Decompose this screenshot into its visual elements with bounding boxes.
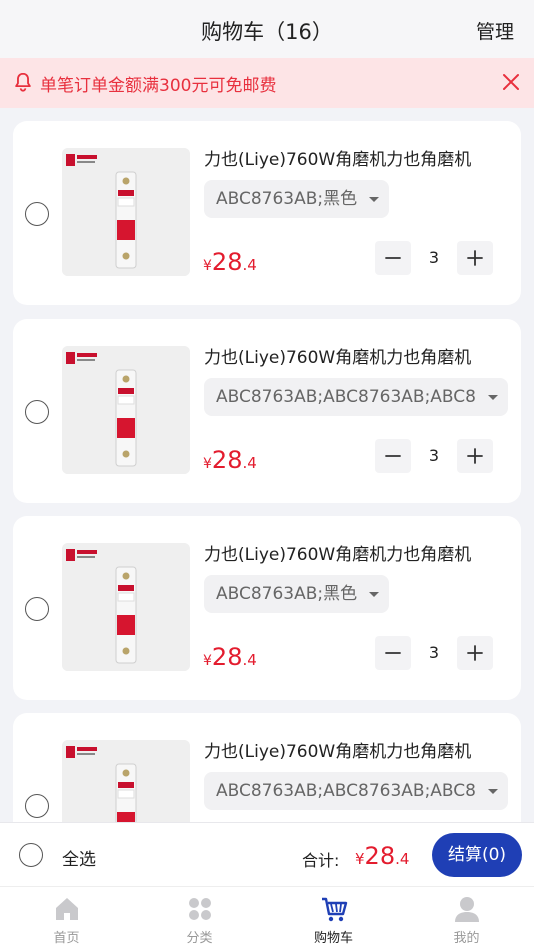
product-image[interactable] bbox=[62, 148, 190, 276]
tab-label: 首页 bbox=[53, 931, 80, 946]
select-all-radio[interactable] bbox=[19, 843, 43, 867]
item-price: ¥28.4 bbox=[203, 248, 257, 276]
product-name[interactable]: 力也(Liye)760W角磨机力也角磨机 bbox=[204, 145, 471, 170]
user-icon bbox=[455, 897, 479, 922]
spec-selector[interactable]: ABC8763AB;黑色 bbox=[204, 575, 390, 613]
increase-quantity-button[interactable] bbox=[457, 241, 493, 275]
minus-icon bbox=[385, 652, 401, 654]
item-select-radio[interactable] bbox=[25, 794, 49, 818]
spec-selector[interactable]: ABC8763AB;ABC8763AB;ABC8 bbox=[204, 772, 508, 810]
quantity-value[interactable]: 3 bbox=[415, 636, 453, 670]
close-icon[interactable] bbox=[500, 71, 522, 93]
select-all-label[interactable]: 全选 bbox=[62, 845, 96, 870]
decrease-quantity-button[interactable] bbox=[375, 439, 411, 473]
item-select-radio[interactable] bbox=[25, 400, 49, 424]
product-name[interactable]: 力也(Liye)760W角磨机力也角磨机 bbox=[204, 737, 471, 762]
item-price: ¥28.4 bbox=[203, 446, 257, 474]
quantity-stepper: 3 bbox=[375, 241, 493, 275]
tab-cart[interactable]: 购物车 bbox=[267, 887, 400, 950]
page-title: 购物车（16） bbox=[201, 20, 333, 44]
product-image[interactable] bbox=[62, 543, 190, 671]
total-label: 合计: bbox=[302, 851, 340, 870]
decrease-quantity-button[interactable] bbox=[375, 636, 411, 670]
spec-selector[interactable]: ABC8763AB;黑色 bbox=[204, 180, 390, 218]
spec-selector[interactable]: ABC8763AB;ABC8763AB;ABC8 bbox=[204, 378, 508, 416]
product-name[interactable]: 力也(Liye)760W角磨机力也角磨机 bbox=[204, 540, 471, 565]
minus-icon bbox=[385, 455, 401, 457]
decrease-quantity-button[interactable] bbox=[375, 241, 411, 275]
spec-text: ABC8763AB;黑色 bbox=[216, 189, 358, 209]
checkout-button[interactable]: 结算(0) bbox=[432, 833, 522, 877]
cart-item: 力也(Liye)760W角磨机力也角磨机 ABC8763AB;ABC8763AB… bbox=[13, 319, 521, 503]
tab-label: 我的 bbox=[453, 931, 480, 946]
item-select-radio[interactable] bbox=[25, 202, 49, 226]
increase-quantity-button[interactable] bbox=[457, 636, 493, 670]
grid-icon bbox=[189, 898, 211, 920]
spec-text: ABC8763AB;ABC8763AB;ABC8 bbox=[216, 781, 476, 801]
product-image[interactable] bbox=[62, 346, 190, 474]
free-shipping-notice: 单笔订单金额满300元可免邮费 bbox=[0, 58, 534, 108]
cart-item: 力也(Liye)760W角磨机力也角磨机 ABC8763AB;黑色 ¥28.4 … bbox=[13, 121, 521, 305]
manage-button[interactable]: 管理 bbox=[476, 17, 514, 44]
quantity-stepper: 3 bbox=[375, 636, 493, 670]
item-select-radio[interactable] bbox=[25, 597, 49, 621]
tab-label: 分类 bbox=[186, 931, 213, 946]
tab-home[interactable]: 首页 bbox=[0, 887, 133, 950]
notice-text: 单笔订单金额满300元可免邮费 bbox=[40, 76, 277, 96]
caret-down-icon bbox=[369, 592, 380, 597]
spec-text: ABC8763AB;黑色 bbox=[216, 584, 358, 604]
product-name[interactable]: 力也(Liye)760W角磨机力也角磨机 bbox=[204, 343, 471, 368]
tab-category[interactable]: 分类 bbox=[133, 887, 266, 950]
plus-icon bbox=[467, 250, 483, 266]
increase-quantity-button[interactable] bbox=[457, 439, 493, 473]
minus-icon bbox=[385, 257, 401, 259]
quantity-value[interactable]: 3 bbox=[415, 439, 453, 473]
total-price: ¥28.4 bbox=[355, 842, 410, 870]
item-price: ¥28.4 bbox=[203, 643, 257, 671]
bottom-tab-bar: 首页 分类 购物车 我的 bbox=[0, 886, 534, 950]
top-nav-bar: 购物车（16） 管理 bbox=[0, 0, 534, 58]
plus-icon bbox=[467, 645, 483, 661]
caret-down-icon bbox=[487, 395, 498, 400]
home-icon bbox=[56, 898, 78, 920]
tab-profile[interactable]: 我的 bbox=[400, 887, 533, 950]
plus-icon bbox=[467, 448, 483, 464]
checkout-bar: 全选 合计: ¥28.4 结算(0) bbox=[0, 822, 534, 886]
bell-icon bbox=[15, 72, 31, 92]
caret-down-icon bbox=[487, 789, 498, 794]
spec-text: ABC8763AB;ABC8763AB;ABC8 bbox=[216, 387, 476, 407]
caret-down-icon bbox=[369, 197, 380, 202]
cart-item: 力也(Liye)760W角磨机力也角磨机 ABC8763AB;黑色 ¥28.4 … bbox=[13, 516, 521, 700]
quantity-stepper: 3 bbox=[375, 439, 493, 473]
cart-icon bbox=[322, 897, 348, 922]
tab-label: 购物车 bbox=[313, 931, 353, 946]
quantity-value[interactable]: 3 bbox=[415, 241, 453, 275]
